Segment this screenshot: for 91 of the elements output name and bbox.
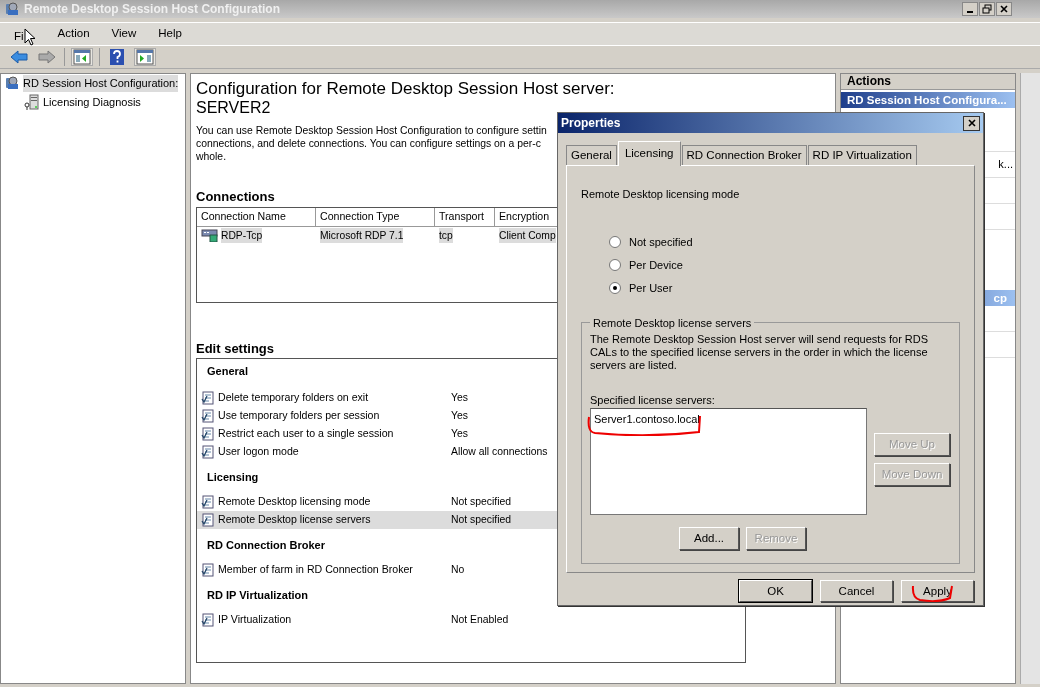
dialog-title: Properties <box>561 115 621 132</box>
radio-label[interactable]: Per Device <box>629 257 683 274</box>
radio-button[interactable] <box>609 282 621 295</box>
column-header[interactable]: Connection Name <box>197 207 316 227</box>
setting-value: Yes <box>451 391 468 406</box>
dialog-button[interactable]: Cancel <box>820 580 893 603</box>
show-action-pane-button[interactable] <box>134 48 156 66</box>
menu-item[interactable]: Help <box>158 25 182 43</box>
column-header[interactable]: Transport <box>435 207 495 227</box>
section-label: Remote Desktop licensing mode <box>581 187 741 203</box>
dialog-button[interactable]: Apply <box>901 580 974 603</box>
property-icon <box>201 409 215 424</box>
restore-icon <box>982 4 992 14</box>
list-item[interactable]: Server1.contoso.local <box>594 411 863 428</box>
setting-value: Allow all connections <box>451 445 548 460</box>
setting-name: Member of farm in RD Connection Broker <box>218 562 413 578</box>
setting-name: Use temporary folders per session <box>218 408 380 424</box>
setting-name: Remote Desktop licensing mode <box>218 494 371 510</box>
setting-name: IP Virtualization <box>218 612 292 628</box>
property-icon <box>201 445 215 460</box>
property-icon <box>201 495 215 510</box>
minimize-button[interactable] <box>962 2 978 16</box>
tree-item[interactable]: Licensing Diagnosis <box>43 93 141 110</box>
settings-row[interactable]: IP Virtualization Not Enabled <box>197 611 745 630</box>
dialog-button[interactable]: OK <box>739 580 812 603</box>
close-button[interactable] <box>963 115 980 131</box>
menu-item[interactable]: View <box>111 25 137 43</box>
forward-button[interactable] <box>36 48 58 66</box>
tree-item[interactable]: RD Session Host Configuration: <box>23 75 179 92</box>
property-icon <box>201 563 215 578</box>
radio-button[interactable] <box>609 259 621 272</box>
tab[interactable]: RD Connection Broker <box>681 145 807 166</box>
group-heading: General <box>207 365 248 378</box>
group-heading: RD Connection Broker <box>207 539 325 552</box>
action-section-header[interactable]: RD Session Host Configura... <box>841 92 1015 108</box>
action-link[interactable]: k... <box>998 156 1013 173</box>
menu-item[interactable]: Fi <box>14 28 24 46</box>
tab[interactable]: RD IP Virtualization <box>807 145 917 166</box>
property-icon <box>201 513 215 528</box>
group-heading: Licensing <box>207 471 259 484</box>
settings-row[interactable]: Member of farm in RD Connection Broker No <box>197 561 745 580</box>
server-name: SERVER2 <box>196 98 271 117</box>
property-icon <box>201 391 215 406</box>
description-text: whole. <box>196 150 227 164</box>
table-cell: Client Comp <box>499 227 556 244</box>
description-text: connections, and delete connections. You can configure settings on a per-c <box>196 137 541 151</box>
tab[interactable]: General <box>566 145 617 166</box>
section-heading: Connections <box>196 188 275 207</box>
setting-name: Remote Desktop license servers <box>218 512 371 528</box>
list-action-button[interactable]: Add... <box>679 527 739 551</box>
setting-value: Not specified <box>451 495 512 510</box>
window-title: Remote Desktop Session Host Configuration <box>24 1 281 18</box>
column-header[interactable]: Connection Type <box>316 207 435 227</box>
setting-name: Delete temporary folders on exit <box>218 390 369 406</box>
restore-button[interactable] <box>979 2 995 16</box>
annotation-mark <box>910 584 954 605</box>
close-icon <box>966 118 977 128</box>
table-cell: tcp <box>439 227 453 244</box>
property-icon <box>201 427 215 442</box>
table-cell: Microsoft RDP 7.1 <box>320 227 404 244</box>
setting-value: No <box>451 563 465 578</box>
table-cell: RDP-Tcp <box>221 227 263 244</box>
show-tree-button[interactable] <box>71 48 93 66</box>
setting-value: Yes <box>451 427 468 442</box>
property-icon <box>201 613 215 628</box>
server-list[interactable]: Server1.contoso.local <box>590 408 867 516</box>
list-label: Specified license servers: <box>590 392 716 408</box>
description-text: You can use Remote Desktop Session Host Configuration to configure settin <box>196 124 547 138</box>
section-heading: Edit settings <box>196 339 274 358</box>
connection-icon <box>201 228 219 243</box>
group-heading: RD IP Virtualization <box>207 589 309 602</box>
group-description: The Remote Desktop Session Host server will send requests for RDS CALs to the specified license servers in the order in which the license servers are listed. <box>590 332 930 372</box>
app-icon <box>4 1 20 17</box>
back-button[interactable] <box>8 48 30 66</box>
app-icon <box>4 75 20 92</box>
server-icon <box>24 93 40 110</box>
setting-value: Yes <box>451 409 468 424</box>
setting-name: User logon mode <box>218 444 299 460</box>
setting-value: Not specified <box>451 513 512 528</box>
close-icon <box>999 4 1009 14</box>
setting-name: Restrict each user to a single session <box>218 426 394 442</box>
scrollbar[interactable] <box>1020 73 1040 684</box>
page-title: Configuration for Remote Desktop Session Host server: <box>196 80 615 99</box>
setting-value: Not Enabled <box>451 613 509 628</box>
tab[interactable]: Licensing <box>617 141 681 167</box>
radio-button[interactable] <box>609 236 621 249</box>
menu-item[interactable]: Action <box>57 25 90 43</box>
actions-heading: Actions <box>841 74 1015 90</box>
close-button[interactable] <box>996 2 1012 16</box>
radio-label[interactable]: Not specified <box>629 234 693 251</box>
radio-label[interactable]: Per User <box>629 280 673 297</box>
